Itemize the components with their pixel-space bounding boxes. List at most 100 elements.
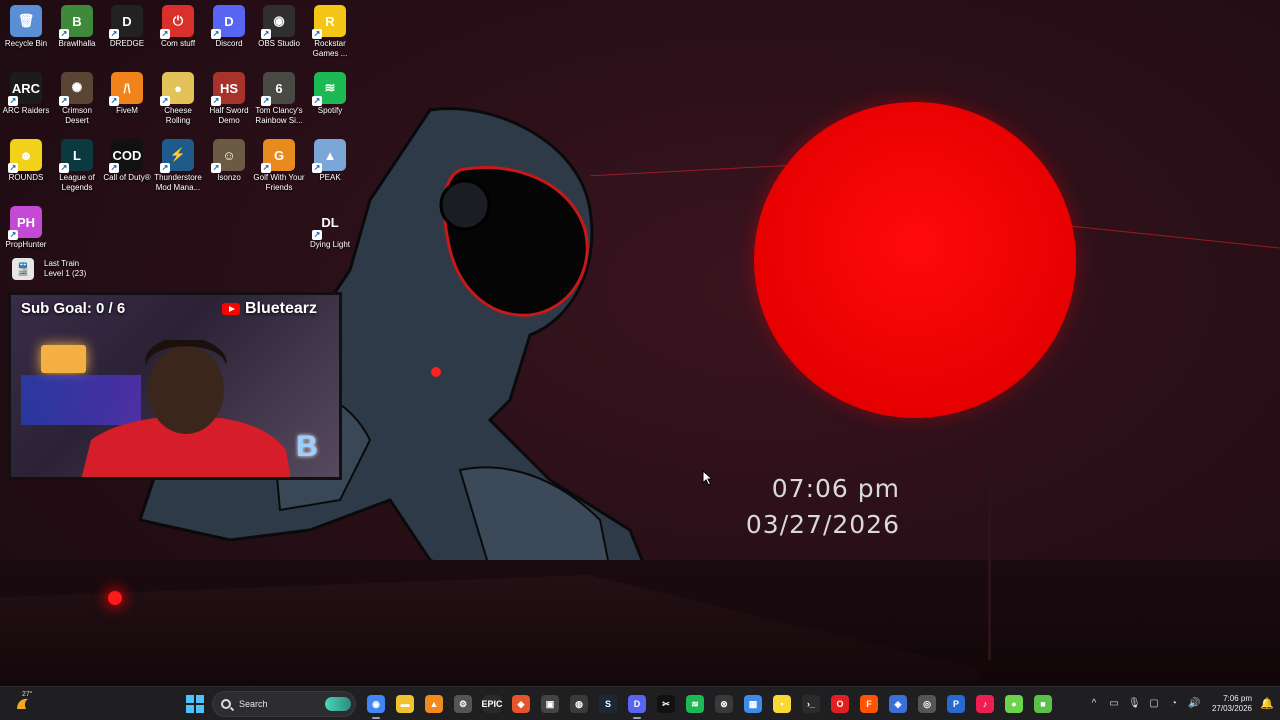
obs-icon: ◍ (570, 695, 588, 713)
desktop-icon[interactable]: D ↗ DREDGE (101, 0, 153, 49)
desktop-icon[interactable]: R ↗ Rockstar Games ... (304, 0, 356, 59)
obs-icon: ◉ ↗ (261, 5, 295, 39)
desktop-icon[interactable]: DL ↗ Dying Light (304, 201, 356, 250)
desktop-icon[interactable]: 🗑 Recycle Bin (0, 0, 52, 49)
taskbar-roblox-button[interactable]: ■ (1031, 693, 1055, 715)
taskbar-obs-button[interactable]: ◍ (567, 693, 591, 715)
wallpaper-line (1060, 224, 1280, 249)
weather-temp: 27° (22, 691, 33, 698)
taskbar-search[interactable]: Search (212, 691, 356, 717)
discord-icon: D (628, 695, 646, 713)
chevron-up-icon[interactable]: ^ (1088, 698, 1100, 710)
photos-icon: ▦ (744, 695, 762, 713)
network-icon[interactable]: ▭ (1108, 698, 1120, 710)
rainbow-six-icon: 6 ↗ (261, 72, 295, 106)
taskbar-steam-button[interactable]: S (596, 693, 620, 715)
notification-bell-icon[interactable]: 🔔 (1260, 697, 1274, 711)
chat-icon: ● (1005, 695, 1023, 713)
roblox-icon: ■ (1034, 695, 1052, 713)
desktop-icon[interactable]: G ↗ Golf With Your Friends (253, 134, 305, 193)
taskbar-paint-button[interactable]: P (944, 693, 968, 715)
desktop-icon-label: Dying Light (309, 240, 351, 249)
shortcut-arrow-icon: ↗ (261, 96, 271, 106)
taskbar-faceit-button[interactable]: F (857, 693, 881, 715)
desktop-icon-label: ROUNDS (8, 173, 44, 182)
taskbar-nvidia-button[interactable]: ◎ (915, 693, 939, 715)
taskbar-sticky-notes-button[interactable]: ▪ (770, 693, 794, 715)
red-sun (754, 102, 1076, 418)
display-icon[interactable]: ▢ (1148, 698, 1160, 710)
desktop-icon[interactable]: ⏻ ↗ Com stuff (152, 0, 204, 49)
taskbar-brave-button[interactable]: ◆ (509, 693, 533, 715)
shortcut-arrow-icon: ↗ (160, 163, 170, 173)
start-button[interactable] (186, 695, 204, 713)
fivem-icon: /\ ↗ (109, 72, 143, 106)
taskbar-photos-button[interactable]: ▦ (741, 693, 765, 715)
dying-light-icon: DL ↗ (312, 214, 339, 240)
taskbar-chrome-button[interactable]: ◉ (364, 693, 388, 719)
desktop-icon[interactable]: L ↗ League of Legends (51, 134, 103, 193)
taskbar-game-launcher-button[interactable]: ▣ (538, 693, 562, 715)
wifi-icon[interactable]: ◔ (1168, 698, 1180, 710)
brawlhalla-icon: B ↗ (59, 5, 93, 39)
desktop-icon[interactable]: D ↗ Discord (203, 0, 255, 49)
taskbar-discord-button[interactable]: D (625, 693, 649, 719)
desktop-icon[interactable]: ☺ ↗ Isonzo (203, 134, 255, 183)
desktop-icon[interactable]: 6 ↗ Tom Clancy's Rainbow Si... (253, 67, 305, 126)
desktop-icon[interactable]: COD ↗ Call of Duty® (101, 134, 153, 183)
desktop-icon[interactable]: HS ↗ Half Sword Demo (203, 67, 255, 126)
desktop-icon-label: Recycle Bin (4, 39, 48, 48)
taskbar-vpn-button[interactable]: ◈ (886, 693, 910, 715)
peak-icon: ▲ ↗ (312, 139, 346, 173)
desktop-icon-label: Thunderstore Mod Mana... (154, 173, 202, 192)
league-icon: L ↗ (59, 139, 93, 173)
microphone-icon[interactable]: 🎙 (1128, 698, 1141, 710)
taskbar-file-explorer-button[interactable]: ▬ (393, 693, 417, 715)
taskbar-tiktok-button[interactable]: ♪ (973, 693, 997, 715)
desktop-icon[interactable]: PH ↗ PropHunter (0, 201, 52, 250)
taskbar-epic-games-button[interactable]: EPIC (480, 693, 504, 715)
taskbar-chat-button[interactable]: ● (1002, 693, 1026, 715)
desktop-icon[interactable]: /\ ↗ FiveM (101, 67, 153, 116)
shortcut-arrow-icon: ↗ (8, 163, 18, 173)
opera-icon: O (831, 695, 849, 713)
clock-date: 03/27/2026 (745, 510, 900, 539)
search-highlight-icon (325, 697, 351, 711)
golf-icon: G ↗ (261, 139, 295, 173)
taskbar-opera-button[interactable]: O (828, 693, 852, 715)
shortcut-arrow-icon: ↗ (261, 29, 271, 39)
desktop-icon[interactable]: ✺ ↗ Crimson Desert (51, 67, 103, 126)
channel-label: Bluetearz (244, 300, 317, 317)
desktop-icon[interactable]: ▲ ↗ PEAK (304, 134, 356, 183)
volume-icon[interactable]: 🔊 (1188, 698, 1200, 710)
thunderstore-icon: ⚡ ↗ (160, 139, 194, 173)
taskbar-terminal-button[interactable]: ›_ (799, 693, 823, 715)
desktop-icon[interactable]: ● ↗ Cheese Rolling (152, 67, 204, 126)
rockstar-icon: R ↗ (312, 5, 346, 39)
taskbar-spotify-button[interactable]: ≋ (683, 693, 707, 715)
terminal-icon: ›_ (802, 695, 820, 713)
shortcut-arrow-icon: ↗ (8, 96, 18, 106)
epic-games-icon: EPIC (482, 695, 503, 713)
desktop-icon[interactable]: ◉ ↗ OBS Studio (253, 0, 305, 49)
red-warning-light (108, 591, 122, 605)
antenna (988, 460, 991, 660)
taskbar-vlc-button[interactable]: ▲ (422, 693, 446, 715)
desktop-icon[interactable]: ☻ ↗ ROUNDS (0, 134, 52, 183)
desktop-icon[interactable]: ≋ ↗ Spotify (304, 67, 356, 116)
taskbar-clock[interactable]: 7:06 pm 27/03/2026 (1212, 694, 1252, 714)
desktop-icon[interactable]: ARC ↗ ARC Raiders (0, 67, 52, 116)
desktop-icon-label: Tom Clancy's Rainbow Si... (255, 106, 303, 125)
desktop-icon-label: Spotify (317, 106, 343, 115)
desktop-icon[interactable]: B ↗ Brawlhalla (51, 0, 103, 49)
taskbar-steam-tools-button[interactable]: ⚙ (451, 693, 475, 715)
spotify-icon: ≋ ↗ (312, 72, 346, 106)
arc-raiders-icon: ARC ↗ (8, 72, 42, 106)
desktop-icon-label: Half Sword Demo (209, 106, 249, 125)
taskbar-capcut-button[interactable]: ✂ (654, 693, 678, 715)
weather-widget[interactable]: 27° (14, 691, 34, 713)
taskbar-xbox-button[interactable]: ⊗ (712, 693, 736, 715)
discord-icon: D ↗ (211, 5, 245, 39)
desktop-icon-last-train[interactable]: 🚆 Last Train Level 1 (23) (12, 258, 86, 280)
desktop-icon[interactable]: ⚡ ↗ Thunderstore Mod Mana... (152, 134, 204, 193)
